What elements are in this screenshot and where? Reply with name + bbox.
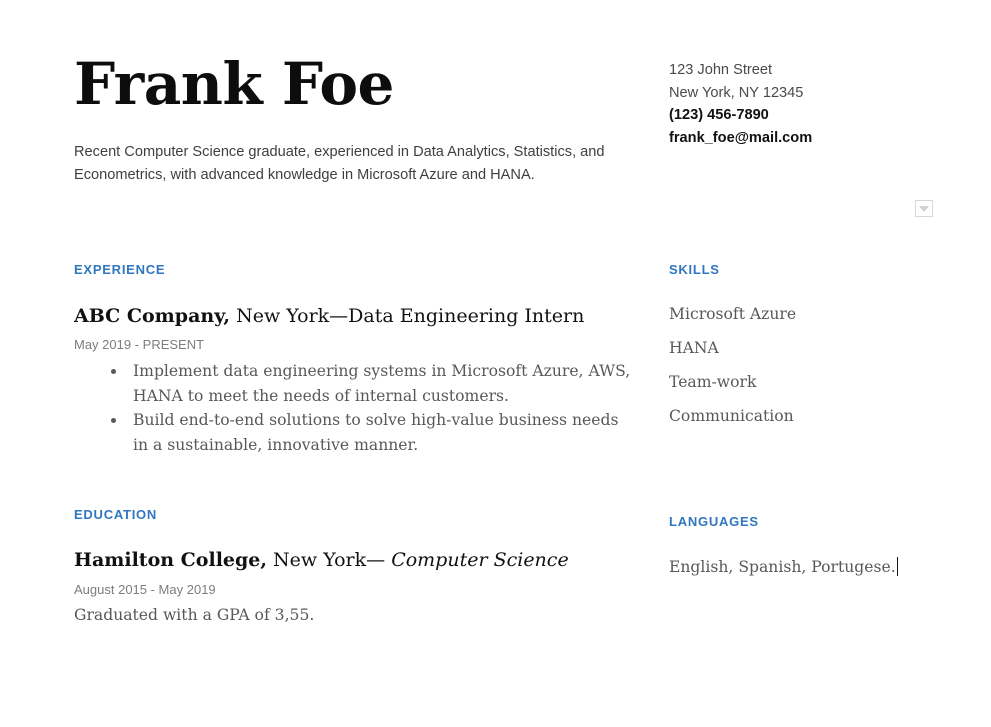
- list-item-text: HANA: [669, 339, 719, 357]
- list-item[interactable]: Implement data engineering systems in Mi…: [74, 359, 634, 408]
- list-item[interactable]: Build end-to-end solutions to solve high…: [74, 408, 634, 457]
- bullet-dot-icon: [111, 418, 116, 423]
- experience-bullet-list: Implement data engineering systems in Mi…: [74, 359, 634, 457]
- resume-document: Frank Foe Recent Computer Science gradua…: [0, 0, 991, 727]
- languages-text: English, Spanish, Portugese.: [669, 558, 896, 576]
- section-heading-education: EDUCATION: [74, 507, 158, 522]
- page-title[interactable]: Frank Foe: [74, 52, 394, 117]
- list-item-text: Microsoft Azure: [669, 305, 797, 323]
- education-location: New York—: [267, 549, 392, 571]
- section-heading-languages: LANGUAGES: [669, 514, 759, 529]
- contact-phone[interactable]: (123) 456-7890: [669, 104, 812, 127]
- education-entry-title[interactable]: Hamilton College, New York— Computer Sci…: [74, 547, 569, 573]
- bullet-dot-icon: [111, 369, 116, 374]
- contact-street[interactable]: 123 John Street: [669, 59, 812, 82]
- contact-block[interactable]: 123 John Street New York, NY 12345 (123)…: [669, 59, 812, 149]
- experience-date-range[interactable]: May 2019 - PRESENT: [74, 335, 204, 354]
- text-cursor-caret: [896, 557, 899, 576]
- list-item-text: Implement data engineering systems in Mi…: [133, 362, 631, 405]
- list-item[interactable]: Communication: [669, 399, 796, 433]
- languages-value[interactable]: English, Spanish, Portugese.: [669, 555, 899, 579]
- experience-role: New York—Data Engineering Intern: [230, 305, 585, 327]
- list-item-text: Communication: [669, 407, 794, 425]
- education-field-of-study: Computer Science: [391, 549, 569, 571]
- list-item[interactable]: HANA: [669, 331, 796, 365]
- skills-list: Microsoft Azure HANA Team-work Communica…: [669, 297, 796, 433]
- section-heading-experience: EXPERIENCE: [74, 262, 166, 277]
- contact-email[interactable]: frank_foe@mail.com: [669, 127, 812, 150]
- education-note[interactable]: Graduated with a GPA of 3,55.: [74, 603, 314, 627]
- contact-city-state-zip[interactable]: New York, NY 12345: [669, 82, 812, 105]
- list-item-text: Build end-to-end solutions to solve high…: [133, 411, 619, 454]
- education-date-range[interactable]: August 2015 - May 2019: [74, 580, 216, 599]
- list-item[interactable]: Team-work: [669, 365, 796, 399]
- professional-summary[interactable]: Recent Computer Science graduate, experi…: [74, 141, 619, 187]
- education-organization: Hamilton College,: [74, 549, 267, 571]
- section-heading-skills: SKILLS: [669, 262, 720, 277]
- experience-entry-title[interactable]: ABC Company, New York—Data Engineering I…: [74, 303, 584, 329]
- list-item[interactable]: Microsoft Azure: [669, 297, 796, 331]
- caret-triangle: [919, 205, 929, 212]
- chevron-down-icon[interactable]: [915, 200, 933, 217]
- experience-organization: ABC Company,: [74, 305, 231, 327]
- list-item-text: Team-work: [669, 373, 757, 391]
